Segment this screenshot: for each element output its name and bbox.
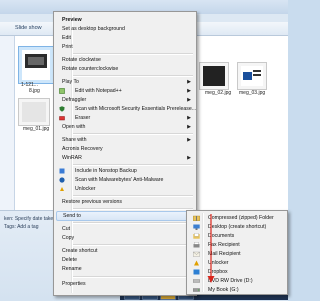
menu-item-send-to[interactable]: Send to▶ [56,211,196,221]
file-thumbnail-selected[interactable] [18,46,54,84]
menu-separator [73,222,193,224]
dvd-drive-icon [193,278,200,284]
menu-item-cut[interactable]: Cut [56,225,194,233]
shield-icon [59,106,65,112]
menu-item-edit-with-notepad[interactable]: Edit with Notepad++ ▶ [56,87,194,95]
menu-item-create-shortcut[interactable]: Create shortcut [56,247,194,255]
context-menu: Preview Set as desktop background Edit P… [53,11,197,296]
send-to-my-book[interactable]: My Book (G:) [189,286,285,294]
menu-separator [73,75,193,77]
file-thumbnail[interactable] [18,98,50,126]
send-to-dropbox[interactable]: Dropbox [189,268,285,276]
file-name-line2: 8.jpg [29,88,40,94]
menu-item-delete[interactable]: Delete [56,256,194,264]
file-image-icon [243,70,261,80]
menu-item-scan-malwarebytes[interactable]: Scan with Malwarebytes' Anti-Malware [56,176,194,184]
date-taken-field[interactable]: ken: Specify date take [4,216,53,222]
submenu-arrow-icon: ▶ [187,124,191,130]
submenu-arrow-icon: ▶ [187,137,191,143]
file-name: meg_01.jpg [23,126,50,132]
file-image-icon [25,54,47,68]
malwarebytes-icon [59,177,65,183]
tags-field[interactable]: Tags: Add a tag [4,224,38,230]
notepad-icon [59,88,65,94]
menu-separator [73,164,193,166]
submenu-arrow-icon: ▶ [187,155,191,161]
backup-icon [59,168,65,174]
menu-item-restore-previous-versions[interactable]: Restore previous versions [56,198,194,206]
documents-icon [193,233,200,239]
navigation-pane[interactable] [0,36,15,226]
menu-item-eraser[interactable]: Eraser ▶ [56,114,194,122]
submenu-arrow-icon: ▶ [187,79,191,85]
menu-item-properties[interactable]: Properties [56,280,194,288]
menu-item-rotate-clockwise[interactable]: Rotate clockwise [56,56,194,64]
menu-separator [73,53,193,55]
fax-icon [193,242,200,248]
menu-item-defraggler[interactable]: Defraggler ▶ [56,96,194,104]
menu-separator [73,195,193,197]
menu-item-winrar[interactable]: WinRAR ▶ [56,154,194,162]
send-to-unlocker[interactable]: Unlocker [189,259,285,267]
send-to-compressed-folder[interactable]: Compressed (zipped) Folder [189,214,285,222]
unlocker-icon [193,260,199,266]
menu-item-scan-security-essentials[interactable]: Scan with Microsoft Security Essentials … [56,105,196,113]
zip-folder-icon [193,215,200,221]
menu-separator [73,133,193,135]
menu-item-acronis-recovery[interactable]: Acronis Recovery [56,145,194,153]
send-to-fax-recipient[interactable]: Fax Recipient [189,241,285,249]
send-to-dvd-drive[interactable]: DVD RW Drive (D:) [189,277,285,285]
dropbox-icon [193,269,200,275]
menu-item-rotate-counterclockwise[interactable]: Rotate counterclockwise [56,65,194,73]
menu-item-nonstop-backup[interactable]: Include in Nonstop Backup [56,167,194,175]
menu-item-rename[interactable]: Rename [56,265,194,273]
unlocker-icon [59,186,65,192]
menu-separator [73,276,193,278]
submenu-arrow-icon: ▶ [187,115,191,121]
file-name: meg_02.jpg [205,90,232,96]
menu-separator [73,208,193,210]
menu-item-share-with[interactable]: Share with ▶ [56,136,194,144]
menu-item-set-desktop-background[interactable]: Set as desktop background [56,25,194,33]
send-to-desktop[interactable]: Desktop (create shortcut) [189,223,285,231]
slideshow-button[interactable]: Slide show [15,25,42,31]
menu-item-print[interactable]: Print [56,43,194,51]
file-name: meg_03.jpg [239,90,266,96]
menu-item-unlocker[interactable]: Unlocker [56,185,194,193]
send-to-submenu: Compressed (zipped) Folder Desktop (crea… [186,210,288,295]
desktop-icon [193,224,200,230]
menu-item-copy[interactable]: Copy [56,234,194,242]
send-to-mail-recipient[interactable]: Mail Recipient [189,250,285,258]
mail-icon [193,251,200,257]
file-thumbnail[interactable] [237,62,267,90]
menu-item-preview[interactable]: Preview [56,16,194,24]
menu-item-edit[interactable]: Edit [56,34,194,42]
submenu-arrow-icon: ▶ [187,97,191,103]
eraser-icon [59,115,65,121]
submenu-arrow-icon: ▶ [187,88,191,94]
menu-item-play-to[interactable]: Play To ▶ [56,78,194,86]
menu-item-open-with[interactable]: Open with ▶ [56,123,194,131]
send-to-documents[interactable]: Documents [189,232,285,240]
menu-separator [73,244,193,246]
file-thumbnail[interactable] [199,62,229,90]
hard-drive-icon [193,287,200,293]
